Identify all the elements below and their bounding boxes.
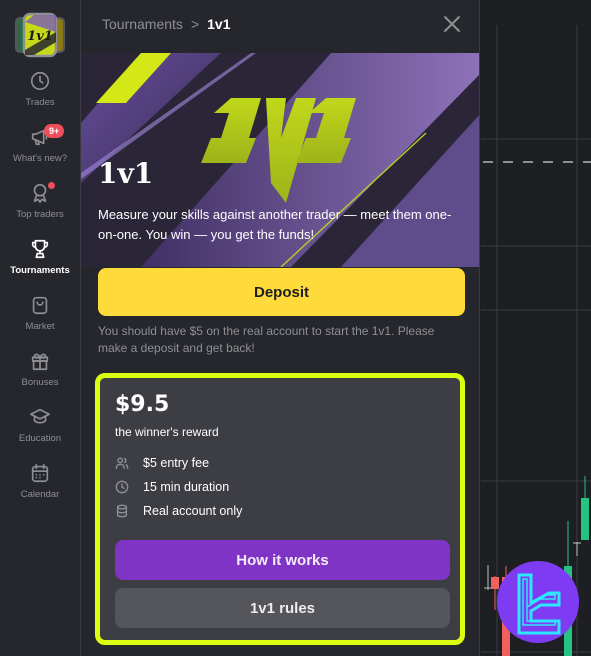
candle — [581, 476, 589, 540]
gift-icon — [31, 353, 49, 371]
svg-text:1v1: 1v1 — [27, 29, 53, 44]
clock-icon — [115, 480, 129, 494]
sidebar-item-label: Calendar — [20, 489, 60, 500]
sidebar-item-whats-new[interactable]: 9+ What's new? — [0, 124, 80, 176]
breadcrumb-tournaments-link[interactable]: Tournaments — [102, 16, 183, 32]
feature-text: 15 min duration — [143, 480, 230, 494]
reward-label: the winner's reward — [115, 425, 219, 439]
users-icon — [115, 457, 129, 469]
sidebar-item-education[interactable]: Education — [0, 406, 80, 456]
sidebar: 1v1 Trades 9+ What's new? Top traders To… — [0, 0, 80, 656]
graduation-cap-icon — [30, 408, 50, 424]
sidebar-item-calendar[interactable]: Calendar — [0, 462, 80, 512]
tournament-card: $9.5 the winner's reward $5 entry fee 15… — [95, 373, 465, 645]
sidebar-item-label: What's new? — [12, 153, 68, 164]
notification-dot — [48, 182, 55, 189]
deposit-note: You should have $5 on the real account t… — [98, 324, 435, 355]
rules-button[interactable]: 1v1 rules — [115, 588, 450, 628]
how-it-works-button[interactable]: How it works — [115, 540, 450, 580]
sidebar-item-bonuses[interactable]: Bonuses — [0, 350, 80, 400]
sidebar-item-market[interactable]: Market — [0, 294, 80, 344]
sidebar-item-label: Bonuses — [21, 377, 59, 388]
sidebar-item-label: Trades — [25, 97, 55, 108]
sidebar-item-trades[interactable]: Trades — [0, 70, 80, 120]
app-root: 1v1 Trades 9+ What's new? Top traders To… — [0, 0, 591, 656]
close-icon — [444, 16, 460, 32]
feature-account: Real account only — [115, 504, 242, 518]
feature-duration: 15 min duration — [115, 480, 229, 494]
candle — [484, 565, 492, 590]
hero-banner: 1v1 Measure your skills against another … — [81, 53, 479, 267]
tradingfinder-logo-icon — [517, 573, 561, 635]
sidebar-item-label: Education — [18, 433, 62, 444]
feature-entry-fee: $5 entry fee — [115, 456, 209, 470]
sidebar-item-label: Tournaments — [10, 265, 70, 276]
watermark-logo — [497, 561, 579, 643]
tournament-panel: Tournaments > 1v1 1v1 Measure your skill… — [80, 0, 480, 656]
sidebar-item-tournaments[interactable]: Tournaments — [0, 238, 80, 288]
sidebar-item-label: Top traders — [16, 209, 64, 220]
feature-text: $5 entry fee — [143, 456, 210, 470]
candle — [573, 542, 581, 556]
chevron-right-icon: > — [190, 16, 200, 32]
database-icon — [116, 504, 128, 518]
tournament-logo[interactable]: 1v1 — [14, 12, 66, 58]
deposit-button[interactable]: Deposit — [98, 268, 465, 316]
sidebar-item-label: Market — [25, 321, 55, 332]
chart-canvas — [481, 25, 591, 656]
hero-description: Measure your skills against another trad… — [98, 207, 452, 242]
price-chart[interactable] — [481, 0, 591, 656]
hero-title: 1v1 — [98, 157, 154, 190]
close-button[interactable] — [443, 15, 461, 33]
notification-badge: 9+ — [44, 124, 65, 138]
shopping-bag-icon — [32, 296, 48, 315]
calendar-icon — [31, 463, 49, 483]
breadcrumb-current: 1v1 — [207, 16, 231, 32]
feature-text: Real account only — [143, 504, 243, 518]
trophy-icon — [31, 239, 49, 259]
reward-amount: $9.5 — [115, 392, 170, 417]
sidebar-item-top-traders[interactable]: Top traders — [0, 182, 80, 232]
clock-icon — [30, 71, 50, 91]
breadcrumb: Tournaments > 1v1 — [102, 16, 230, 32]
